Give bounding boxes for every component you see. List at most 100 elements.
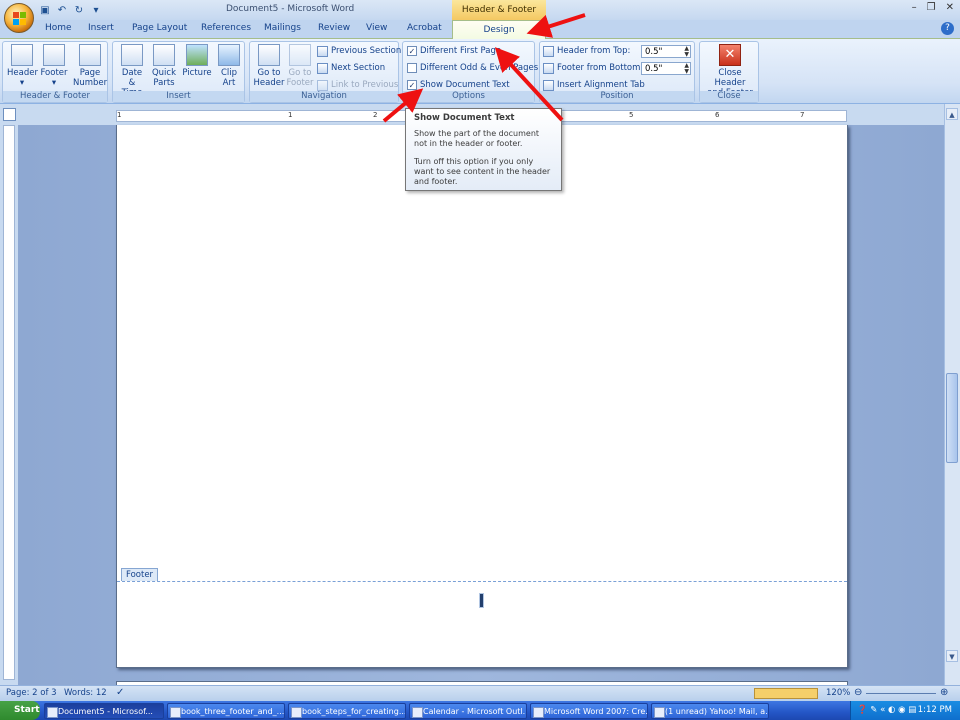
close-icon: ✕ [719, 44, 741, 66]
clock[interactable]: 1:12 PM [918, 701, 952, 720]
taskbar-item[interactable]: (1 unread) Yahoo! Mail, a... [651, 703, 769, 719]
tab-insert[interactable]: Insert [88, 23, 114, 33]
proofing-icon[interactable]: ✓ [116, 687, 124, 698]
quick-parts-button[interactable]: Quick Parts [149, 44, 179, 88]
show-document-text-checkbox[interactable]: ✓ [407, 80, 417, 90]
tab-mailings[interactable]: Mailings [264, 23, 301, 33]
taskbar-item[interactable]: Calendar - Microsoft Outl... [409, 703, 527, 719]
save-icon[interactable]: ▣ [38, 4, 52, 17]
go-to-footer-icon [289, 44, 311, 66]
group-options: ✓ Different First Page Different Odd & Ev… [402, 41, 538, 103]
different-first-page-option[interactable]: ✓ Different First Page [407, 44, 501, 58]
next-section-button[interactable]: Next Section [317, 61, 385, 75]
taskbar-item[interactable]: book_three_footer_and_... [167, 703, 285, 719]
window-title: Document5 - Microsoft Word [226, 4, 355, 14]
footer-icon [43, 44, 65, 66]
header-position-icon [543, 45, 554, 57]
zoom-in-icon[interactable]: ⊕ [940, 687, 948, 698]
previous-section-button[interactable]: Previous Section [317, 44, 401, 58]
contextual-tab-header: Header & Footer Tools [452, 0, 546, 35]
zoom-slider[interactable] [866, 693, 936, 694]
tab-selector[interactable] [3, 108, 16, 121]
group-label: Insert [113, 91, 244, 102]
taskbar-item[interactable]: book_steps_for_creating... [288, 703, 406, 719]
group-label: Options [403, 91, 534, 102]
page-number-icon [79, 44, 101, 66]
tab-references[interactable]: References [201, 23, 251, 33]
tab-review[interactable]: Review [318, 23, 350, 33]
group-label: Navigation [250, 91, 398, 102]
group-insert: Date& Time QuickParts Picture ClipArt In… [112, 41, 245, 103]
help-icon[interactable]: ? [941, 22, 954, 35]
previous-section-icon [317, 45, 328, 57]
undo-icon[interactable]: ↶ [55, 4, 69, 17]
ribbon: Header ▾ Footer ▾ Page Number Header & Foot… [0, 38, 960, 104]
window-controls: – ❐ ✕ [912, 2, 954, 13]
tab-design[interactable]: Design [452, 20, 546, 39]
office-button[interactable] [4, 3, 34, 33]
footer-boundary-line [117, 581, 847, 582]
group-position: Header from Top: 0.5" ▲ ▼ Footer from Bot… [539, 41, 695, 103]
next-section-icon [317, 62, 328, 74]
spinner-arrows-icon[interactable]: ▲ ▼ [684, 63, 689, 75]
redo-icon[interactable]: ↻ [72, 4, 86, 17]
minimize-icon[interactable]: – [912, 2, 917, 13]
start-button[interactable]: Start [0, 701, 40, 720]
zoom-out-icon[interactable]: ⊖ [854, 687, 862, 698]
page-number-button[interactable]: Page Number [73, 44, 107, 88]
footer-button[interactable]: Footer ▾ [38, 44, 70, 88]
quick-parts-icon [153, 44, 175, 66]
group-navigation: Go to Header Go to Footer Previous Section… [249, 41, 401, 103]
different-first-page-checkbox[interactable]: ✓ [407, 46, 417, 56]
footer-from-bottom-input[interactable]: 0.5" ▲ ▼ [641, 62, 691, 75]
document-page[interactable] [116, 125, 848, 668]
zoom-level[interactable]: 120% [826, 688, 850, 698]
tab-home[interactable]: Home [45, 23, 72, 33]
alignment-tab-icon [543, 79, 554, 91]
page-count[interactable]: Page: 2 of 3 [6, 688, 57, 698]
link-to-previous-button[interactable]: Link to Previous [317, 78, 398, 92]
header-button[interactable]: Header ▾ [7, 44, 38, 88]
insert-alignment-tab-button[interactable]: Insert Alignment Tab [543, 78, 645, 92]
picture-button[interactable]: Picture [181, 44, 213, 78]
tab-acrobat[interactable]: Acrobat [407, 23, 442, 33]
tab-page-layout[interactable]: Page Layout [132, 23, 187, 33]
different-odd-even-checkbox[interactable] [407, 63, 417, 73]
picture-icon [186, 44, 208, 66]
go-to-header-button[interactable]: Go to Header [253, 44, 285, 88]
taskbar-item[interactable]: Microsoft Word 2007: Cre... [530, 703, 648, 719]
view-buttons[interactable] [754, 688, 818, 699]
customize-qat-icon[interactable]: ▾ [89, 4, 103, 17]
scroll-down-icon[interactable]: ▼ [946, 650, 958, 662]
taskbar-item[interactable]: Document5 - Microsof... [44, 703, 164, 719]
group-close: ✕ Close Headerand Footer Close [699, 41, 759, 103]
tab-view[interactable]: View [366, 23, 387, 33]
clip-art-button[interactable]: Clip Art [215, 44, 243, 88]
vertical-ruler[interactable] [3, 125, 15, 680]
header-from-top-input[interactable]: 0.5" ▲ ▼ [641, 45, 691, 58]
close-icon[interactable]: ✕ [946, 2, 954, 13]
tooltip: Show Document Text Show the part of the … [405, 108, 562, 191]
footer-position-icon [543, 62, 554, 74]
show-document-text-option[interactable]: ✓ Show Document Text [407, 78, 510, 92]
clip-art-icon [218, 44, 240, 66]
word-count[interactable]: Words: 12 [64, 688, 107, 698]
calendar-icon [121, 44, 143, 66]
group-label: Header & Footer [3, 91, 107, 102]
scroll-up-icon[interactable]: ▲ [946, 108, 958, 120]
different-odd-even-option[interactable]: Different Odd & Even Pages [407, 61, 538, 75]
spinner-arrows-icon[interactable]: ▲ ▼ [684, 46, 689, 58]
status-bar: Page: 2 of 3 Words: 12 ✓ 120% ⊖ ⊕ [0, 685, 960, 701]
restore-icon[interactable]: ❐ [927, 2, 936, 13]
date-time-button[interactable]: Date& Time [117, 44, 147, 98]
link-icon [317, 79, 328, 91]
text-cursor [479, 593, 484, 608]
quick-access-toolbar: ▣ ↶ ↻ ▾ [38, 3, 103, 18]
footer-from-bottom-label: Footer from Bottom: [543, 61, 643, 75]
go-to-footer-button[interactable]: Go to Footer [284, 44, 316, 88]
system-tray: ❓ ✎ « ◐ ◉ ▤ 1:12 PM [850, 701, 960, 720]
tooltip-text: Show the part of the document not in the… [414, 129, 540, 148]
tray-icons[interactable]: ❓ ✎ « ◐ ◉ ▤ [857, 701, 916, 720]
close-header-footer-button[interactable]: ✕ Close Headerand Footer [702, 44, 758, 98]
scroll-thumb[interactable] [946, 373, 958, 463]
